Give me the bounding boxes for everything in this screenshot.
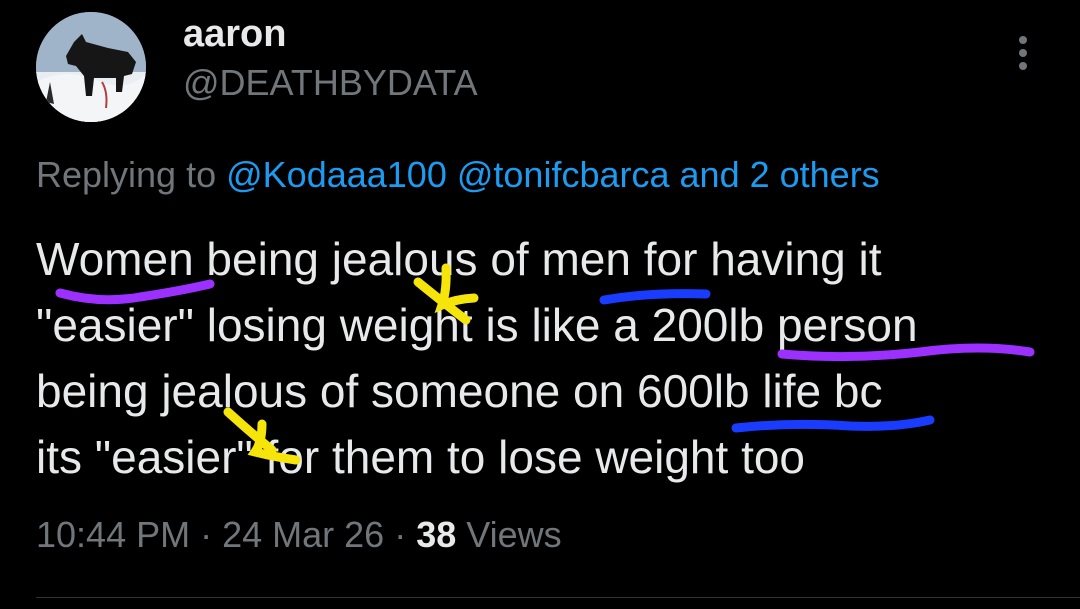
tweet-text: Women being jealous of men for having it… — [36, 226, 1056, 490]
tweet-time[interactable]: 10:44 PM — [36, 514, 190, 555]
separator-dot: · — [190, 514, 223, 555]
views-count[interactable]: 38 — [416, 514, 456, 555]
mention-link[interactable]: @tonifcbarca — [457, 154, 670, 195]
more-vertical-icon — [1019, 36, 1027, 70]
dog-on-snow-avatar — [36, 12, 146, 122]
tweet-date[interactable]: 24 Mar 26 — [222, 514, 384, 555]
others-link[interactable]: and 2 others — [680, 154, 880, 195]
tweet-text-line: its "easier" for them to lose weight too — [36, 431, 806, 483]
mention-link[interactable]: @Kodaaa100 — [226, 154, 447, 195]
replying-to-line: Replying to @Kodaaa100 @tonifcbarca and … — [36, 153, 880, 197]
user-handle[interactable]: @DEATHBYDATA — [183, 61, 478, 105]
avatar[interactable] — [36, 12, 146, 122]
display-name[interactable]: aaron — [183, 12, 286, 56]
tweet-text-line: "easier" losing weight is like a 200lb p… — [36, 299, 918, 351]
tweet-meta: 10:44 PM · 24 Mar 26 · 38 Views — [36, 513, 562, 557]
views-label: Views — [456, 514, 562, 555]
separator-dot: · — [384, 514, 417, 555]
more-options-button[interactable] — [1008, 34, 1038, 74]
divider — [36, 597, 1080, 598]
replying-to-label: Replying to — [36, 154, 227, 195]
tweet-text-line: being jealous of someone on 600lb life b… — [36, 365, 883, 417]
tweet-text-line: Women being jealous of men for having it — [36, 233, 882, 285]
